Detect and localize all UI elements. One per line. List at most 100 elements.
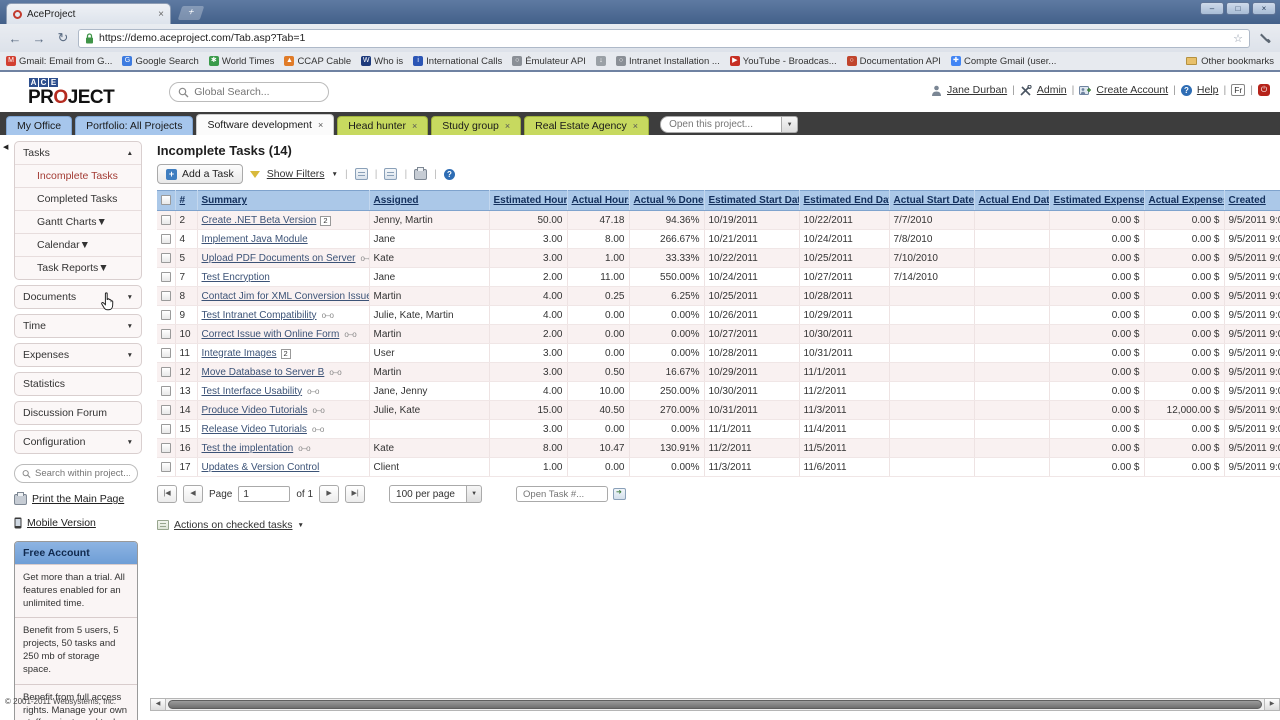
chrome-menu-wrench-icon[interactable] xyxy=(1256,32,1274,45)
sidebar-item[interactable]: Time ▼ xyxy=(15,315,141,337)
bookmark-item[interactable]: W Who is xyxy=(361,56,403,67)
task-summary-link[interactable]: Implement Java Module xyxy=(202,234,308,245)
horizontal-scrollbar[interactable]: ◀ ▶ xyxy=(150,698,1280,711)
col-header-est-end[interactable]: Estimated End Date xyxy=(799,190,890,211)
row-checkbox[interactable] xyxy=(161,328,171,339)
task-summary-link[interactable]: Test Interface Usability xyxy=(202,386,303,397)
back-button[interactable]: ← xyxy=(6,31,24,46)
export-icon[interactable] xyxy=(384,168,398,180)
bookmark-star-icon[interactable]: ☆ xyxy=(1233,32,1243,45)
row-checkbox[interactable] xyxy=(161,252,171,263)
sidebar-item-label[interactable]: Time xyxy=(23,320,46,332)
tasks-group-label[interactable]: Tasks xyxy=(23,147,50,159)
col-header-pct-done[interactable]: Actual % Done xyxy=(629,190,705,211)
show-filters-link[interactable]: Show Filters xyxy=(267,168,325,180)
col-header-num[interactable]: # xyxy=(175,190,198,211)
scrollbar-thumb[interactable] xyxy=(168,700,1262,709)
language-toggle[interactable]: Fr xyxy=(1231,84,1246,96)
sidebar-subitem[interactable]: Incomplete Tasks xyxy=(15,164,141,187)
col-header-est-hours[interactable]: Estimated Hours xyxy=(489,190,568,211)
bookmark-item[interactable]: G Google Search xyxy=(122,56,199,67)
url-bar[interactable]: https://demo.aceproject.com/Tab.asp?Tab=… xyxy=(78,28,1250,48)
bookmark-item[interactable]: ✱ World Times xyxy=(208,56,274,67)
select-all-checkbox[interactable] xyxy=(161,195,171,206)
col-header-assigned[interactable]: Assigned xyxy=(369,190,490,211)
sidebar-subitem[interactable]: Gantt Charts ▼ xyxy=(15,210,141,233)
sidebar-item-label[interactable]: Statistics xyxy=(23,378,65,390)
sidebar-item[interactable]: Configuration ▼ xyxy=(15,431,141,453)
sidebar-item-label[interactable]: Configuration xyxy=(23,436,85,448)
col-header-est-start[interactable]: Estimated Start Date xyxy=(704,190,800,211)
sidebar-subitem-label[interactable]: Completed Tasks xyxy=(37,193,117,205)
sidebar-item-label[interactable]: Discussion Forum xyxy=(23,407,107,419)
first-page-button[interactable]: |◀ xyxy=(157,485,177,503)
scroll-right-arrow[interactable]: ▶ xyxy=(1264,699,1279,710)
create-account-link[interactable]: Create Account xyxy=(1096,84,1168,96)
task-summary-link[interactable]: Create .NET Beta Version xyxy=(202,215,317,226)
sidebar-item[interactable]: Discussion Forum xyxy=(15,402,141,424)
project-search-box[interactable] xyxy=(14,464,138,483)
task-summary-link[interactable]: Test Encryption xyxy=(202,272,270,283)
new-tab-button[interactable]: + xyxy=(177,6,205,20)
project-tab[interactable]: My Office xyxy=(6,116,73,135)
bookmark-item[interactable]: i International Calls xyxy=(413,56,502,67)
per-page-select[interactable]: 100 per page ▼ xyxy=(389,485,483,503)
task-summary-link[interactable]: Contact Jim for XML Conversion Issue xyxy=(202,291,369,302)
sidebar-subitem-label[interactable]: Gantt Charts xyxy=(37,216,97,228)
row-checkbox[interactable] xyxy=(161,347,171,358)
bookmark-item[interactable]: ○ Documentation API xyxy=(846,56,941,67)
open-project-dropdown[interactable]: Open this project... ▼ xyxy=(660,116,799,133)
open-task-go-icon[interactable] xyxy=(613,488,627,500)
sidebar-item[interactable]: Statistics xyxy=(15,373,141,395)
bookmark-item[interactable]: M Gmail: Email from G... xyxy=(6,56,112,67)
admin-link[interactable]: Admin xyxy=(1037,84,1067,96)
sidebar-item[interactable]: Expenses ▼ xyxy=(15,344,141,366)
project-search-input[interactable] xyxy=(35,468,130,479)
page-number-input[interactable] xyxy=(238,486,291,502)
col-header-act-expenses[interactable]: Actual Expenses xyxy=(1144,190,1225,211)
row-checkbox[interactable] xyxy=(161,442,171,453)
print-main-page-link[interactable]: Print the Main Page xyxy=(32,493,124,505)
sidebar-subitem-label[interactable]: Incomplete Tasks xyxy=(37,170,118,182)
task-summary-link[interactable]: Release Video Tutorials xyxy=(202,424,307,435)
project-tab[interactable]: Portfolio: All Projects xyxy=(75,116,194,135)
logout-icon[interactable]: ⏻ xyxy=(1258,84,1270,96)
project-tab[interactable]: Real Estate Agency × xyxy=(524,116,650,135)
row-checkbox[interactable] xyxy=(161,309,171,320)
maximize-button[interactable]: □ xyxy=(1226,2,1250,15)
tab-close-icon[interactable]: × xyxy=(318,120,323,130)
task-summary-link[interactable]: Upload PDF Documents on Server xyxy=(202,253,356,264)
col-header-act-end[interactable]: Actual End Date xyxy=(974,190,1050,211)
sidebar-item-label[interactable]: Expenses xyxy=(23,349,69,361)
sidebar-subitem-label[interactable]: Calendar xyxy=(37,239,80,251)
sidebar-item[interactable]: Documents ▼ xyxy=(15,286,141,308)
bookmark-item[interactable]: ✚ Compte Gmail (user... xyxy=(950,56,1056,67)
bookmark-item[interactable]: ▲ CCAP Cable xyxy=(284,56,351,67)
sidebar-item-tasks[interactable]: Tasks ▲ xyxy=(15,142,141,164)
col-header-act-hours[interactable]: Actual Hours xyxy=(567,190,630,211)
help-icon[interactable]: ? xyxy=(443,168,455,180)
bookmark-item[interactable]: ○ Émulateur API xyxy=(512,56,586,67)
row-checkbox[interactable] xyxy=(161,461,171,472)
tab-close-icon[interactable]: × xyxy=(633,121,638,131)
user-link[interactable]: Jane Durban xyxy=(947,84,1007,96)
task-summary-link[interactable]: Integrate Images xyxy=(202,348,277,359)
row-checkbox[interactable] xyxy=(161,214,171,225)
task-summary-link[interactable]: Produce Video Tutorials xyxy=(202,405,308,416)
task-summary-link[interactable]: Move Database to Server B xyxy=(202,367,325,378)
chevron-down-icon[interactable]: ▼ xyxy=(782,116,799,133)
aceproject-logo[interactable]: A C E PROJECT xyxy=(28,77,115,107)
last-page-button[interactable]: ▶| xyxy=(345,485,366,503)
sidebar-subitem-label[interactable]: Task Reports xyxy=(37,262,98,274)
task-summary-link[interactable]: Test the implentation xyxy=(202,443,294,454)
task-summary-link[interactable]: Updates & Version Control xyxy=(202,462,320,473)
col-header-summary[interactable]: Summary xyxy=(197,190,370,211)
row-checkbox[interactable] xyxy=(161,271,171,282)
tab-close-icon[interactable]: × xyxy=(412,121,417,131)
tab-close-icon[interactable]: × xyxy=(505,121,510,131)
help-link[interactable]: Help xyxy=(1197,84,1219,96)
close-button[interactable]: × xyxy=(1252,2,1276,15)
global-search-box[interactable] xyxy=(169,82,330,102)
col-header-act-start[interactable]: Actual Start Date xyxy=(889,190,975,211)
reload-button[interactable]: ↻ xyxy=(54,30,72,46)
